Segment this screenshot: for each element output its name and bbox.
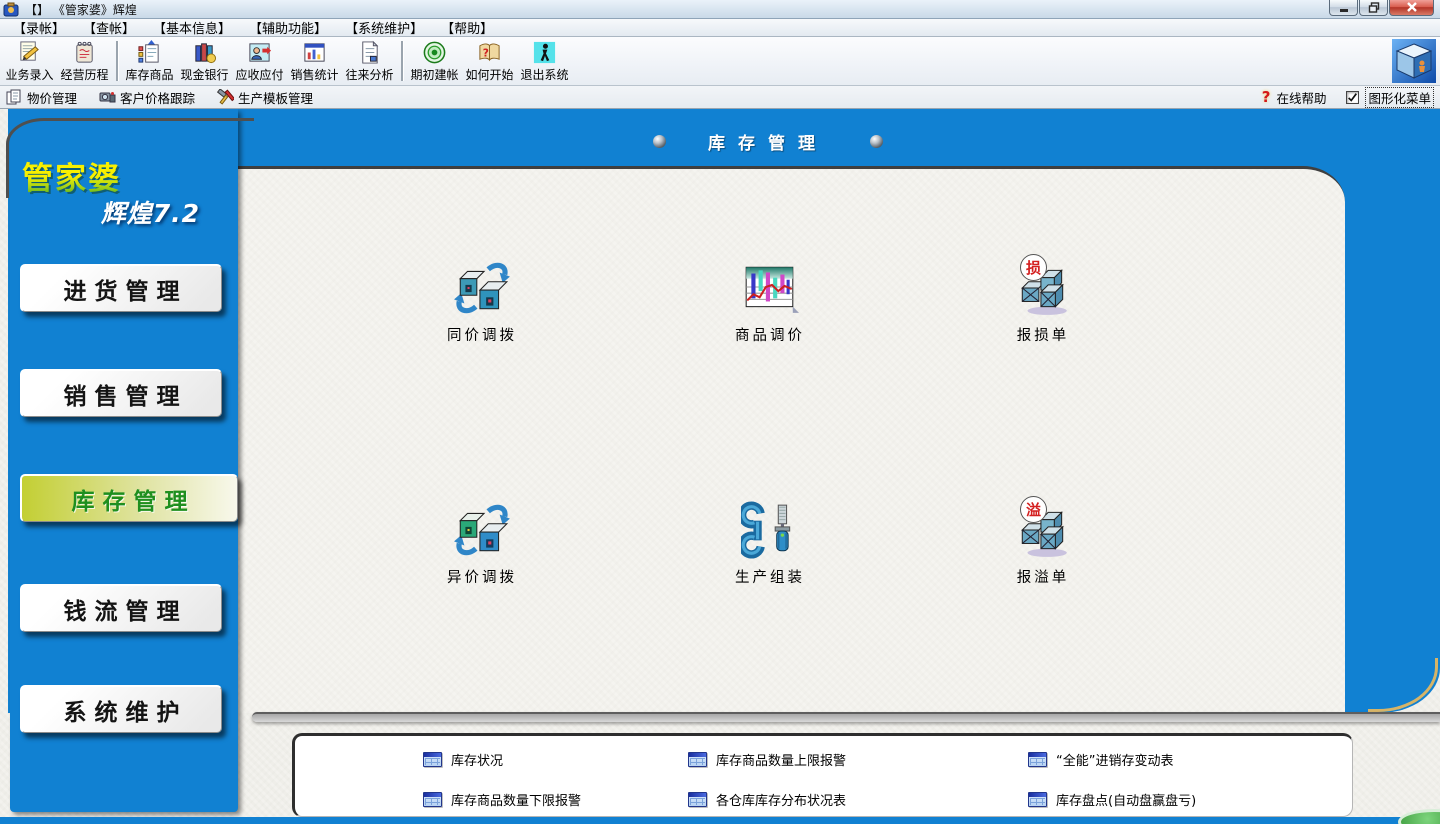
table-icon (423, 792, 442, 807)
price-management-icon (6, 89, 23, 105)
sidebar-item-sales-management[interactable]: 销售管理 (20, 369, 222, 417)
operation-history-button[interactable]: 经营历程 (57, 38, 112, 84)
contacts-analysis-button[interactable]: 往来分析 (342, 38, 397, 84)
menu-item-basic-info[interactable]: 【基本信息】 (144, 18, 240, 37)
operation-history-icon (72, 40, 97, 65)
shortcut-production-assembly[interactable]: 生产组装 (695, 501, 845, 587)
receivables-payables-icon (247, 40, 272, 65)
inventory-goods-icon (137, 40, 162, 65)
menu-item-auxiliary-functions[interactable]: 【辅助功能】 (240, 18, 336, 37)
window-controls (1328, 0, 1434, 16)
table-icon (688, 792, 707, 807)
window-title: 【】 《管家婆》辉煌 (25, 1, 137, 18)
brand-cube-logo (1392, 39, 1436, 83)
shortcut-loss-report[interactable]: 损 报损单 (968, 259, 1118, 345)
loss-badge: 损 (1020, 254, 1047, 281)
menu-item-check-accounts[interactable]: 【查帐】 (74, 18, 144, 37)
minimize-icon (1338, 3, 1350, 13)
main-toolbar: 业务录入 经营历程 库存商品 现金银行 应收应付 销售统计 往来分析 (0, 37, 1440, 86)
menu-bar: 【录帐】 【查帐】 【基本信息】 【辅助功能】 【系统维护】 【帮助】 (0, 19, 1440, 37)
app-window: 【】 《管家婆》辉煌 【录帐】 【查帐】 【基本信息】 【辅助功能】 【系统维护… (0, 0, 1440, 824)
sidebar-item-system-maintenance[interactable]: 系统维护 (20, 685, 222, 733)
report-panel: 库存状况 库存商品数量上限报警 “全能”进销存变动表 库存商品数量下限报警 各仓… (292, 733, 1353, 817)
price-management-button[interactable]: 物价管理 (6, 88, 77, 107)
receivables-payables-button[interactable]: 应收应付 (232, 38, 287, 84)
gold-corner-accent (1368, 658, 1438, 712)
sphere-bullet-icon (870, 135, 883, 148)
exit-system-button[interactable]: 退出系统 (517, 38, 572, 84)
sphere-bullet-icon (653, 135, 666, 148)
sidebar-item-purchase-management[interactable]: 进货管理 (20, 264, 222, 312)
goods-price-adjustment-icon (741, 259, 799, 317)
sidebar: 管家婆 辉煌7.2 进货管理 销售管理 库存管理 钱流管理 系统维护 (10, 109, 238, 812)
production-assembly-icon (741, 501, 799, 559)
cash-bank-button[interactable]: 现金银行 (177, 38, 232, 84)
app-icon (3, 1, 19, 17)
menu-item-bookkeeping[interactable]: 【录帐】 (4, 18, 74, 37)
sales-statistics-icon (302, 40, 327, 65)
table-icon (1028, 792, 1047, 807)
customer-price-tracking-button[interactable]: 客户价格跟踪 (99, 88, 195, 107)
production-template-button[interactable]: 生产模板管理 (217, 88, 313, 107)
sidebar-item-inventory-management[interactable]: 库存管理 (20, 474, 238, 522)
graphical-menu-checkbox[interactable] (1346, 91, 1359, 104)
restore-button[interactable] (1359, 0, 1388, 16)
close-icon (1406, 2, 1418, 13)
title-bar: 【】 《管家婆》辉煌 (0, 0, 1440, 19)
menu-item-help[interactable]: 【帮助】 (432, 18, 502, 37)
minimize-button[interactable] (1329, 0, 1358, 16)
initial-account-setup-button[interactable]: 期初建帐 (407, 38, 462, 84)
contacts-analysis-icon (357, 40, 382, 65)
online-help-icon[interactable]: ? (1262, 88, 1271, 106)
report-stocktaking[interactable]: 库存盘点(自动盘赢盘亏) (1028, 790, 1196, 809)
how-to-start-button[interactable]: ? 如何开始 (462, 38, 517, 84)
graphical-menu-label[interactable]: 图形化菜单 (1365, 87, 1434, 108)
how-to-start-icon: ? (477, 40, 502, 65)
business-entry-icon (17, 40, 42, 65)
business-entry-button[interactable]: 业务录入 (2, 38, 57, 84)
bottom-divider (252, 712, 1440, 722)
table-icon (688, 752, 707, 767)
customer-price-tracking-icon (99, 89, 116, 105)
diff-price-transfer-icon (453, 501, 511, 559)
report-almighty-purchase-sale-stock-changes[interactable]: “全能”进销存变动表 (1028, 750, 1173, 769)
inventory-goods-button[interactable]: 库存商品 (122, 38, 177, 84)
checkmark-icon (1347, 92, 1358, 103)
main-content-panel (238, 166, 1345, 713)
sales-statistics-button[interactable]: 销售统计 (287, 38, 342, 84)
same-price-transfer-icon (453, 259, 511, 317)
shortcut-overflow-report[interactable]: 溢 报溢单 (968, 501, 1118, 587)
exit-system-icon (532, 40, 557, 65)
table-icon (423, 752, 442, 767)
secondary-toolbar: 物价管理 客户价格跟踪 生产模板管理 ? 在线帮助 图形化菜单 (0, 86, 1440, 109)
green-corner-ornament (1398, 809, 1440, 824)
online-help-label[interactable]: 在线帮助 (1276, 88, 1326, 107)
toolbar2-right-group: ? 在线帮助 图形化菜单 (1262, 87, 1434, 108)
overflow-badge: 溢 (1020, 496, 1047, 523)
menu-item-system-maintenance[interactable]: 【系统维护】 (336, 18, 432, 37)
shortcut-same-price-transfer[interactable]: 同价调拨 (407, 259, 557, 345)
brand-version-text: 辉煌7.2 (101, 194, 200, 230)
toolbar-separator (116, 41, 118, 81)
close-button[interactable] (1389, 0, 1434, 16)
initial-account-setup-icon (422, 40, 447, 65)
svg-text:?: ? (483, 47, 489, 59)
shortcut-diff-price-transfer[interactable]: 异价调拨 (407, 501, 557, 587)
report-inventory-status[interactable]: 库存状况 (423, 750, 503, 769)
cash-bank-icon (192, 40, 217, 65)
toolbar-separator (401, 41, 403, 81)
brand-logo-text: 管家婆 (22, 153, 121, 198)
desktop-area: 库存管理 管家婆 辉煌7.2 进货管理 销售管理 库存管理 钱流管理 系统维护 (0, 109, 1440, 824)
report-upper-limit-alert[interactable]: 库存商品数量上限报警 (688, 750, 846, 769)
production-template-icon (217, 89, 234, 105)
report-warehouse-distribution[interactable]: 各仓库库存分布状况表 (688, 790, 846, 809)
report-lower-limit-alert[interactable]: 库存商品数量下限报警 (423, 790, 581, 809)
restore-icon (1368, 2, 1380, 13)
section-header: 库存管理 (238, 123, 1298, 159)
page-title: 库存管理 (708, 129, 828, 154)
sidebar-item-cash-flow-management[interactable]: 钱流管理 (20, 584, 222, 632)
table-icon (1028, 752, 1047, 767)
shortcut-goods-price-adjustment[interactable]: 商品调价 (695, 259, 845, 345)
bottom-blue-strip (0, 817, 1440, 824)
